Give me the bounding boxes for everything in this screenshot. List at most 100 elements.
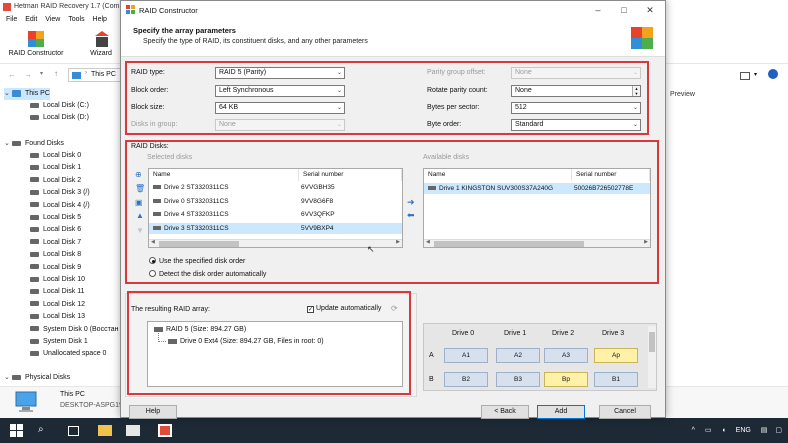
- back-button[interactable]: < Back: [481, 405, 529, 419]
- tree-found-disk[interactable]: Local Disk 8: [30, 249, 81, 261]
- result-child-node[interactable]: Drive 0 Ext4 (Size: 894.27 GB, Files in …: [168, 338, 324, 345]
- maximize-icon[interactable]: □: [613, 3, 635, 17]
- tree-found-disk[interactable]: Local Disk 6: [30, 224, 81, 236]
- tree-found-disks[interactable]: ⌄ Found Disks: [4, 138, 64, 150]
- menu-edit[interactable]: Edit: [25, 14, 37, 26]
- tree-found-disk[interactable]: Local Disk 13: [30, 311, 85, 323]
- col-name-header[interactable]: Name: [424, 169, 572, 181]
- tree-local-disk[interactable]: Local Disk (C:): [30, 100, 89, 112]
- tree-found-disk[interactable]: Local Disk 4 (/): [30, 200, 90, 212]
- add-disk-icon[interactable]: ⊕: [135, 170, 142, 179]
- map-block-cell[interactable]: B1: [594, 372, 638, 387]
- selected-disk-row[interactable]: Drive 2 ST3320311CS 6VVGBH35: [149, 182, 402, 193]
- move-right-arrow-icon[interactable]: ➜: [407, 197, 415, 208]
- horizontal-scrollbar[interactable]: ◀ ▶: [149, 239, 402, 247]
- tree-physical-disks[interactable]: ⌄ Physical Disks: [4, 372, 70, 384]
- tree-found-disk[interactable]: System Disk 0 (Восстан: [30, 324, 118, 336]
- keyboard-icon[interactable]: ▤: [761, 427, 768, 434]
- keyboard-lang[interactable]: ENG: [736, 427, 751, 434]
- selected-disk-row[interactable]: Drive 0 ST3320311CS 9VV8G6F8: [149, 196, 402, 207]
- wizard-button[interactable]: Wizard: [86, 30, 116, 57]
- col-serial-header[interactable]: Serial number: [572, 169, 650, 181]
- result-root-node[interactable]: RAID 5 (Size: 894.27 GB): [154, 326, 246, 333]
- back-arrow-icon[interactable]: ←: [8, 70, 16, 79]
- chevron-down-icon[interactable]: ⌄: [4, 88, 12, 100]
- menu-tools[interactable]: Tools: [68, 14, 84, 26]
- tree-local-disk[interactable]: Local Disk (D:): [30, 112, 89, 124]
- volume-icon[interactable]: ◖: [721, 427, 725, 434]
- edit-disk-icon[interactable]: ▣: [135, 198, 143, 207]
- chevron-down-icon[interactable]: ⌄: [4, 138, 12, 150]
- forward-arrow-icon[interactable]: →: [24, 70, 32, 79]
- tree-found-disk[interactable]: Local Disk 9: [30, 262, 81, 274]
- history-chevron-icon[interactable]: ▾: [40, 70, 43, 77]
- col-name-header[interactable]: Name: [149, 169, 299, 181]
- search-icon[interactable]: ⌕: [38, 424, 52, 437]
- rotate-parity-stepper[interactable]: None ▲ ▼: [511, 85, 641, 97]
- close-icon[interactable]: ✕: [639, 3, 661, 17]
- add-button[interactable]: Add: [537, 405, 585, 419]
- tree-found-disk[interactable]: Local Disk 11: [30, 286, 85, 298]
- selected-disk-row[interactable]: Drive 4 ST3320311CS 6VV3QFKP: [149, 209, 402, 220]
- start-icon[interactable]: [10, 424, 24, 437]
- trash-icon[interactable]: 🗑: [135, 184, 145, 193]
- tree-found-disk[interactable]: Local Disk 2: [30, 175, 81, 187]
- tree-found-disk[interactable]: Local Disk 10: [30, 274, 85, 286]
- menu-file[interactable]: File: [6, 14, 17, 26]
- menu-view[interactable]: View: [45, 14, 60, 26]
- menu-help[interactable]: Help: [93, 14, 107, 26]
- notifications-icon[interactable]: ▢: [775, 427, 782, 434]
- tree-found-disk[interactable]: Local Disk 7: [30, 237, 81, 249]
- tree-found-disk[interactable]: Local Disk 3 (/): [30, 187, 90, 199]
- tree-this-pc[interactable]: ⌄ This PC: [4, 88, 50, 100]
- map-block-cell[interactable]: A2: [496, 348, 540, 363]
- tree-found-disk[interactable]: System Disk 1: [30, 336, 88, 348]
- raid-type-select[interactable]: RAID 5 (Parity) ⌄: [215, 67, 345, 79]
- refresh-icon[interactable]: ⟳: [391, 304, 398, 313]
- available-disk-row[interactable]: Drive 1 KINGSTON SUV300S37A240G 50026B726…: [424, 183, 650, 194]
- cancel-button[interactable]: Cancel: [599, 405, 651, 419]
- move-left-arrow-icon[interactable]: ⬅: [407, 210, 415, 221]
- map-block-cell[interactable]: B3: [496, 372, 540, 387]
- block-size-select[interactable]: 64 KB ⌄: [215, 102, 345, 114]
- minimize-icon[interactable]: –: [587, 3, 609, 17]
- view-mode-icon[interactable]: [740, 72, 750, 80]
- address-field[interactable]: › This PC: [68, 68, 125, 82]
- map-block-cell[interactable]: A1: [444, 348, 488, 363]
- up-arrow-icon[interactable]: ↑: [54, 69, 58, 78]
- map-block-cell[interactable]: A3: [544, 348, 588, 363]
- tree-found-disk[interactable]: Unallocated space 0: [30, 348, 106, 360]
- tree-found-disk[interactable]: Local Disk 12: [30, 299, 85, 311]
- detect-order-radio[interactable]: Detect the disk order automatically: [149, 270, 266, 278]
- vertical-scrollbar[interactable]: [648, 326, 656, 388]
- map-block-cell[interactable]: Ap: [594, 348, 638, 363]
- selected-disk-row[interactable]: Drive 3 ST3320311CS 5VV9BXP4: [149, 222, 402, 234]
- hetman-app-icon[interactable]: [158, 424, 172, 437]
- use-specified-order-radio[interactable]: Use the specified disk order: [149, 257, 245, 265]
- raid-constructor-button[interactable]: RAID Constructor: [6, 30, 66, 57]
- raid-app-icon[interactable]: [126, 425, 140, 436]
- chevron-down-icon[interactable]: ⌄: [4, 372, 12, 384]
- tray-chevron-icon[interactable]: ^: [692, 427, 695, 434]
- task-view-icon[interactable]: [68, 426, 79, 436]
- disk-icon: [30, 114, 39, 120]
- byte-order-select[interactable]: Standard ⌄: [511, 119, 641, 131]
- map-block-cell[interactable]: B2: [444, 372, 488, 387]
- block-order-select[interactable]: Left Synchronous ⌄: [215, 85, 345, 97]
- help-button[interactable]: Help: [129, 405, 177, 419]
- tree-found-disk[interactable]: Local Disk 0: [30, 150, 81, 162]
- view-chevron-icon[interactable]: ▾: [754, 71, 757, 78]
- disk-icon: [30, 227, 39, 233]
- file-explorer-icon[interactable]: [98, 425, 112, 436]
- bytes-per-sector-select[interactable]: 512 ⌄: [511, 102, 641, 114]
- map-block-cell[interactable]: Bp: [544, 372, 588, 387]
- col-serial-header[interactable]: Serial number: [299, 169, 402, 181]
- horizontal-scrollbar[interactable]: ◀ ▶: [424, 239, 650, 247]
- move-up-icon[interactable]: ▲: [136, 211, 144, 220]
- map-drive-header: Drive 2: [552, 330, 575, 337]
- tree-found-disk[interactable]: Local Disk 5: [30, 212, 81, 224]
- help-circle-icon[interactable]: [768, 69, 778, 79]
- tree-found-disk[interactable]: Local Disk 1: [30, 162, 81, 174]
- network-icon[interactable]: ▭: [705, 427, 712, 434]
- update-auto-checkbox[interactable]: ✓ Update automatically: [307, 305, 381, 313]
